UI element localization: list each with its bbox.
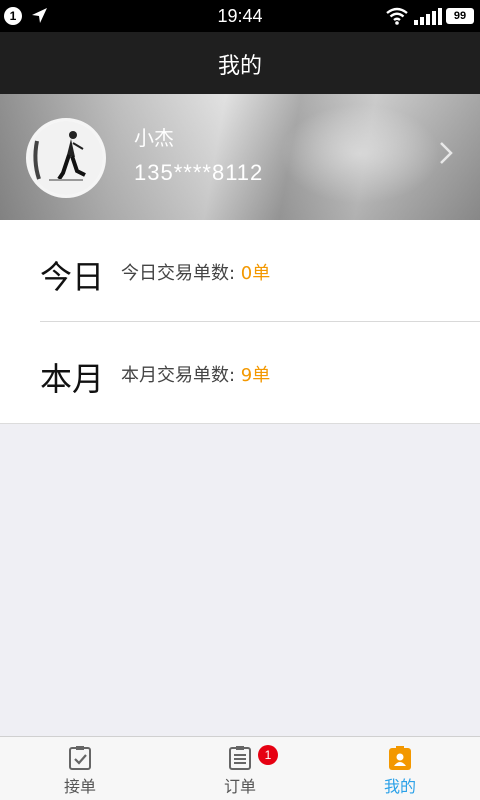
signal-icon — [414, 8, 442, 25]
profile-badge-icon — [389, 746, 411, 770]
stat-label: 今日交易单数: 0单 — [121, 259, 270, 285]
stats-panel: 今日 今日交易单数: 0单 本月 本月交易单数: 9单 — [0, 220, 480, 424]
nav-bar: 我的 — [0, 32, 480, 94]
stat-label-text: 今日交易单数: — [121, 263, 241, 284]
tab-orders[interactable]: 1 订单 — [160, 737, 320, 800]
tab-label: 订单 — [223, 777, 256, 796]
stat-row-month: 本月 本月交易单数: 9单 — [0, 322, 480, 424]
page-title: 我的 — [217, 54, 262, 79]
stat-value: 0单 — [240, 263, 271, 284]
stat-label-text: 本月交易单数: — [121, 365, 241, 386]
wifi-icon — [386, 7, 408, 25]
tab-bar: 接单 1 订单 我的 — [0, 736, 480, 800]
stat-value: 9单 — [240, 365, 271, 386]
stat-row-today: 今日 今日交易单数: 0单 — [0, 220, 480, 322]
profile-card[interactable]: 小杰 135****8112 — [0, 94, 480, 220]
tab-mine[interactable]: 我的 — [320, 737, 480, 800]
list-doc-icon — [229, 746, 251, 770]
tab-label: 我的 — [383, 777, 416, 796]
status-bar: 1 19:44 99 — [0, 0, 480, 32]
tab-accept-orders[interactable]: 接单 — [0, 737, 160, 800]
tab-label: 接单 — [63, 777, 96, 796]
avatar[interactable] — [26, 118, 106, 198]
stat-period: 本月 — [40, 360, 105, 398]
stat-label: 本月交易单数: 9单 — [121, 361, 270, 387]
battery-indicator: 99 — [446, 8, 474, 24]
profile-name: 小杰 — [134, 126, 174, 150]
order-count-badge: 1 — [258, 745, 278, 765]
chevron-right-icon[interactable] — [438, 140, 454, 166]
clipboard-check-icon — [69, 746, 91, 770]
avatar-image — [29, 121, 103, 195]
profile-phone: 135****8112 — [134, 160, 264, 185]
stat-period: 今日 — [40, 258, 105, 296]
